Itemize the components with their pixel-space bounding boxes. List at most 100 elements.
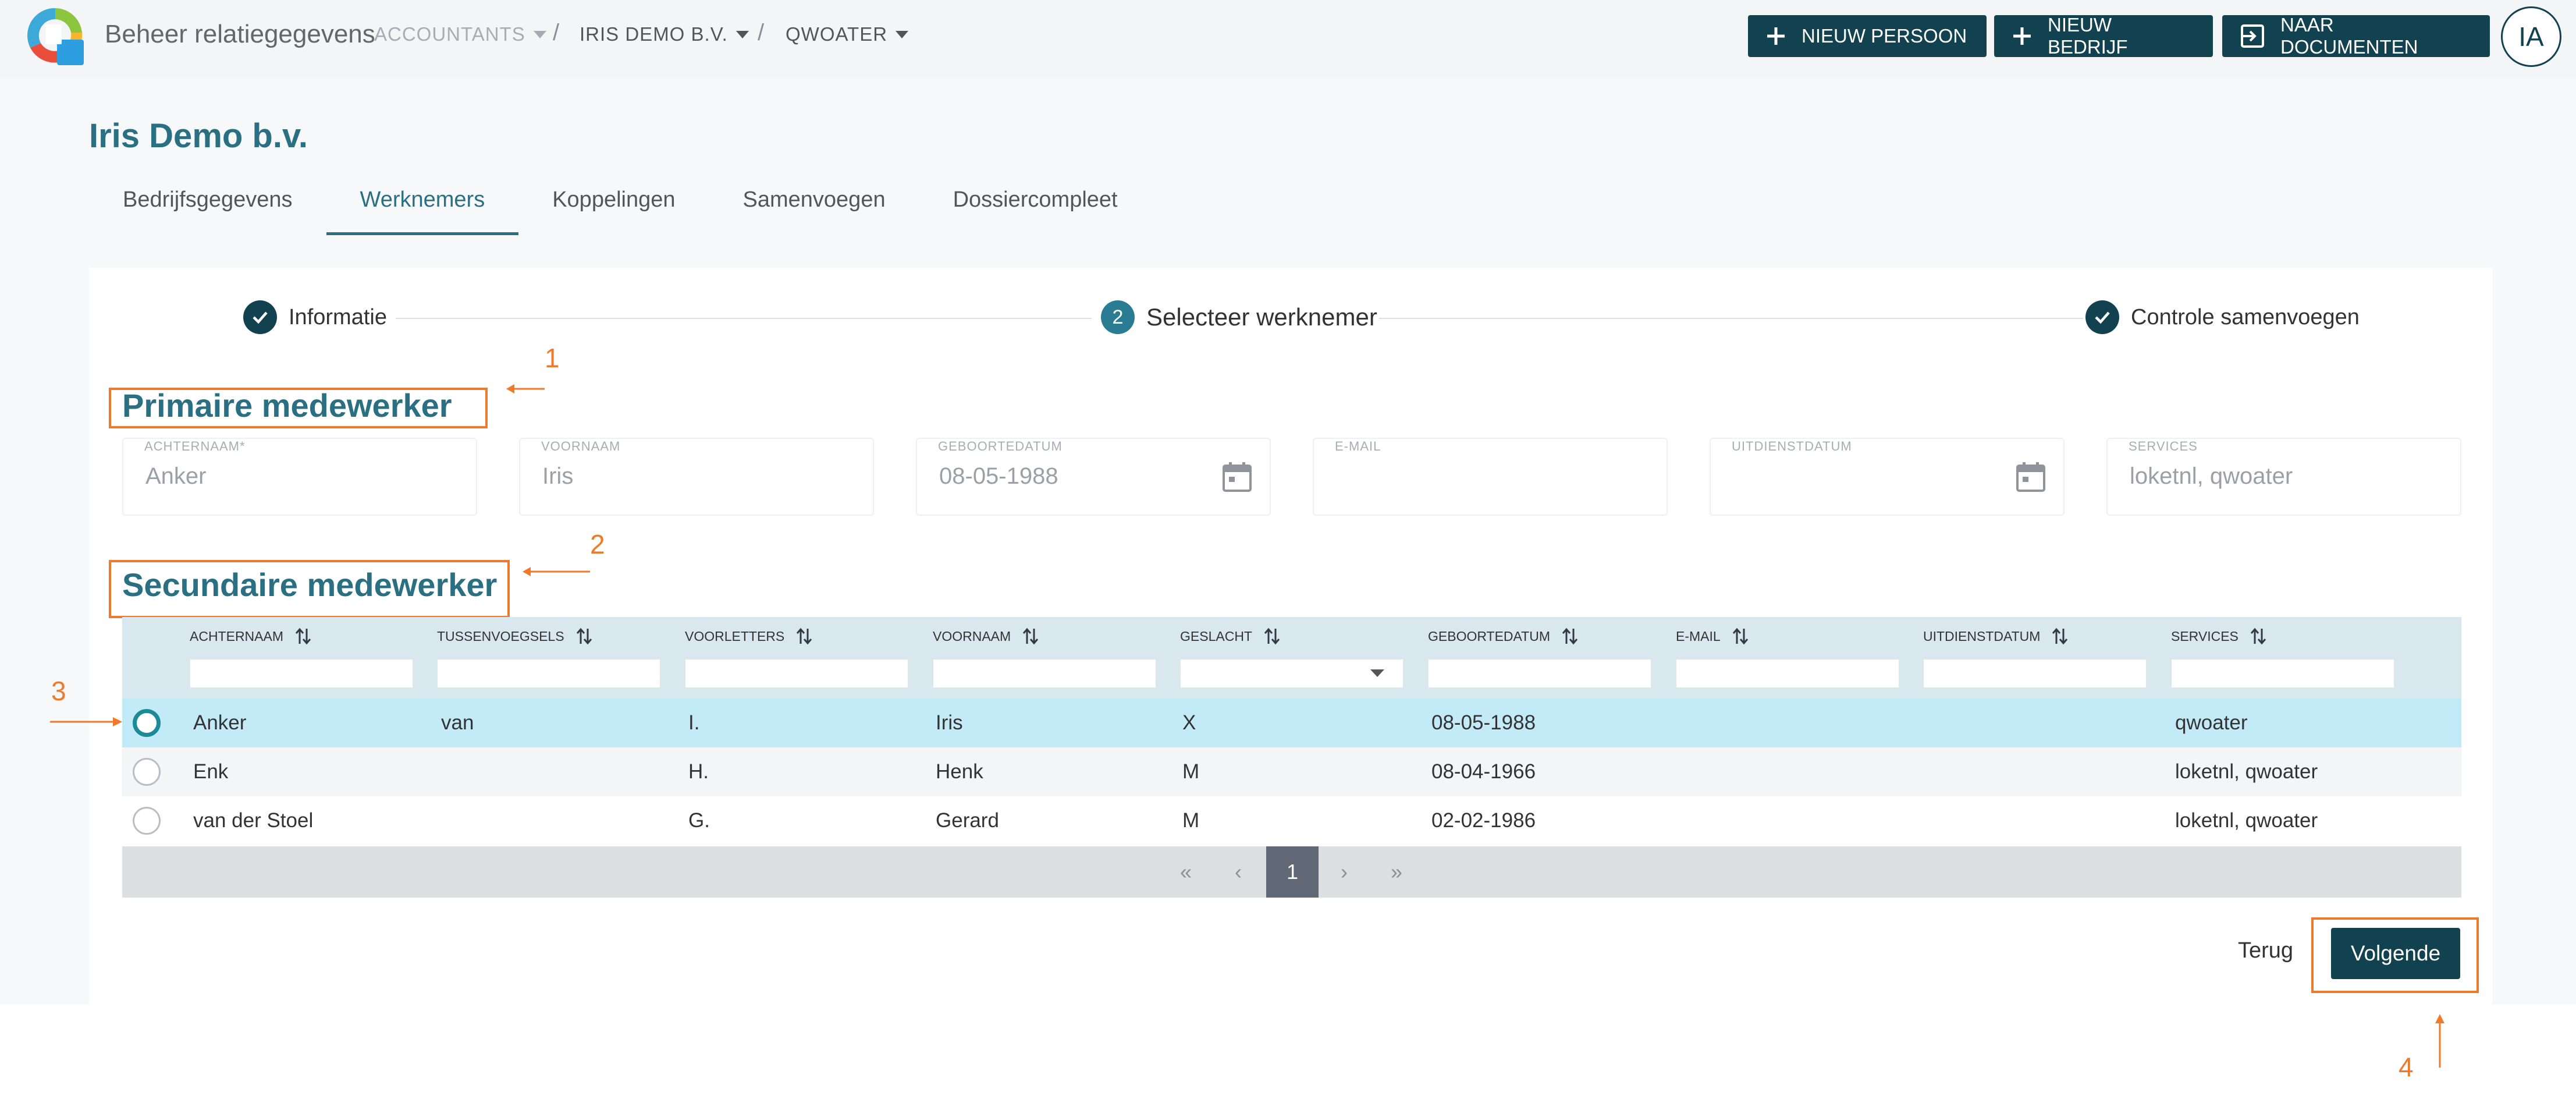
cell-voornaam: Iris	[936, 711, 963, 734]
prev-page-button[interactable]: ‹	[1216, 846, 1260, 898]
tab-bedrijfsgegevens[interactable]: Bedrijfsgegevens	[89, 182, 326, 235]
column-label: SERVICES	[2171, 628, 2239, 644]
first-page-button[interactable]: «	[1164, 846, 1208, 898]
cell-voornaam: Henk	[936, 760, 983, 783]
next-page-button[interactable]: ›	[1322, 846, 1366, 898]
field-label: GEBOORTEDATUM	[938, 439, 1063, 453]
column-header-geboortedatum[interactable]: GEBOORTEDATUM	[1428, 628, 1578, 645]
new-company-label: NIEUW BEDRIJF	[2048, 14, 2128, 58]
cell-geslacht: X	[1182, 711, 1196, 734]
cell-geslacht: M	[1182, 760, 1200, 783]
column-label: E-MAIL	[1676, 628, 1721, 644]
breadcrumb-label: IRIS DEMO B.V.	[580, 23, 728, 45]
field-value: Anker	[145, 463, 207, 489]
new-person-button[interactable]: NIEUW PERSOON	[1748, 15, 1987, 57]
table-row[interactable]	[122, 747, 2461, 796]
arrow-left-icon	[506, 384, 545, 393]
breadcrumb-separator: /	[553, 20, 560, 45]
tab-werknemers[interactable]: Werknemers	[326, 182, 519, 235]
cell-achternaam: Enk	[193, 760, 229, 783]
email-field[interactable]: E-MAIL	[1313, 438, 1668, 516]
step-informatie: Informatie	[243, 300, 387, 334]
new-company-button[interactable]: NIEUW BEDRIJF	[1994, 14, 2213, 58]
to-documents-label: NAAR DOCUMENTEN	[2280, 14, 2418, 58]
row-select-radio[interactable]	[133, 807, 161, 835]
step-label: Informatie	[289, 304, 387, 329]
annotation-number: 4	[2399, 1052, 2414, 1082]
field-value: loketnl, qwoater	[2130, 463, 2293, 489]
breadcrumb-service[interactable]: QWOATER	[786, 23, 909, 45]
filter-email-input[interactable]	[1676, 659, 1899, 688]
caret-down-icon	[1370, 669, 1384, 677]
filter-uitdienstdatum-input[interactable]	[1923, 659, 2147, 688]
table-row[interactable]	[122, 796, 2461, 845]
filter-voorletters-input[interactable]	[685, 659, 908, 688]
caret-down-icon	[896, 30, 909, 38]
row-select-radio[interactable]	[133, 709, 161, 737]
tab-koppelingen[interactable]: Koppelingen	[518, 182, 709, 235]
voornaam-field[interactable]: VOORNAAM Iris	[519, 438, 874, 516]
field-label: VOORNAAM	[541, 439, 621, 453]
column-label: VOORNAAM	[933, 628, 1011, 644]
uitdienstdatum-field[interactable]: UITDIENSTDATUM	[1710, 438, 2065, 516]
column-header-tussenvoegsels[interactable]: TUSSENVOEGSELS	[437, 628, 592, 645]
cell-achternaam: Anker	[193, 711, 247, 734]
sort-icon	[295, 628, 311, 645]
breadcrumb-company[interactable]: IRIS DEMO B.V.	[580, 23, 749, 45]
calendar-icon[interactable]	[1222, 461, 1252, 492]
step-selecteer-werknemer: 2 Selecteer werknemer	[1101, 300, 1377, 334]
next-button[interactable]: Volgende	[2331, 928, 2460, 979]
back-button[interactable]: Terug	[2238, 938, 2293, 963]
field-label: ACHTERNAAM*	[144, 439, 246, 453]
column-header-geslacht[interactable]: GESLACHT	[1180, 628, 1280, 645]
sort-icon	[576, 628, 592, 645]
cell-voorletters: H.	[688, 760, 709, 783]
arrow-right-icon	[50, 717, 122, 726]
cell-voorletters: G.	[688, 809, 710, 832]
app-logo-icon[interactable]	[24, 5, 86, 66]
filter-geboortedatum-input[interactable]	[1428, 659, 1651, 688]
column-header-uitdienstdatum[interactable]: UITDIENSTDATUM	[1923, 628, 2068, 645]
user-avatar[interactable]: IA	[2501, 6, 2561, 67]
annotation-number: 3	[51, 676, 66, 706]
cell-geboortedatum: 08-05-1988	[1431, 711, 1536, 734]
column-header-voornaam[interactable]: VOORNAAM	[933, 628, 1039, 645]
filter-services-input[interactable]	[2171, 659, 2394, 688]
column-header-services[interactable]: SERVICES	[2171, 628, 2266, 645]
achternaam-field[interactable]: ACHTERNAAM* Anker	[122, 438, 477, 516]
filter-tussenvoegsels-input[interactable]	[437, 659, 660, 688]
cell-achternaam: van der Stoel	[193, 809, 314, 832]
column-label: TUSSENVOEGSELS	[437, 628, 564, 644]
to-documents-button[interactable]: NAAR DOCUMENTEN	[2222, 14, 2490, 58]
geboortedatum-field[interactable]: GEBOORTEDATUM 08-05-1988	[916, 438, 1271, 516]
tab-samenvoegen[interactable]: Samenvoegen	[709, 182, 919, 235]
filter-achternaam-input[interactable]	[190, 659, 413, 688]
caret-down-icon	[736, 30, 749, 38]
services-field[interactable]: SERVICES loketnl, qwoater	[2106, 438, 2461, 516]
column-label: GEBOORTEDATUM	[1428, 628, 1550, 644]
column-label: ACHTERNAAM	[190, 628, 284, 644]
column-header-voorletters[interactable]: VOORLETTERS	[685, 628, 812, 645]
annotation-number: 2	[590, 529, 605, 559]
field-label: UITDIENSTDATUM	[1732, 439, 1852, 453]
filter-voornaam-input[interactable]	[933, 659, 1156, 688]
column-header-email[interactable]: E-MAIL	[1676, 628, 1749, 645]
calendar-icon[interactable]	[2016, 461, 2046, 492]
cell-services: qwoater	[2175, 711, 2248, 734]
cell-geboortedatum: 08-04-1966	[1431, 760, 1536, 783]
cell-geboortedatum: 02-02-1986	[1431, 809, 1536, 832]
check-icon	[243, 300, 277, 334]
tab-dossiercompleet[interactable]: Dossiercompleet	[919, 182, 1152, 235]
row-select-radio[interactable]	[133, 758, 161, 786]
breadcrumb-accountants[interactable]: ACCOUNTANTS	[374, 23, 546, 45]
filter-geslacht-select[interactable]	[1180, 659, 1404, 688]
enter-icon	[2241, 24, 2264, 48]
step-label: Selecteer werknemer	[1146, 303, 1377, 331]
sort-icon	[2052, 628, 2068, 645]
step-label: Controle samenvoegen	[2131, 304, 2360, 329]
page-1-button[interactable]: 1	[1266, 846, 1319, 898]
arrow-left-icon	[523, 567, 590, 576]
column-header-achternaam[interactable]: ACHTERNAAM	[190, 628, 311, 645]
last-page-button[interactable]: »	[1374, 846, 1419, 898]
stepper-line	[1379, 318, 2083, 319]
